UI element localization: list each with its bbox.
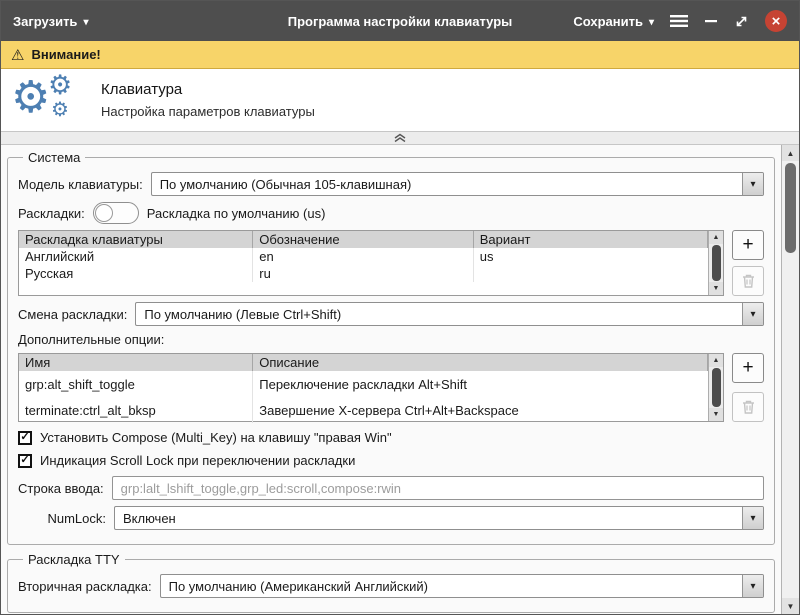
table-empty-area [19, 282, 708, 295]
layout-switch-label: Смена раскладки: [18, 307, 127, 322]
table-row[interactable]: Английский en us [19, 248, 708, 265]
secondary-layout-label: Вторичная раскладка: [18, 579, 152, 594]
compose-checkbox-row: ✓ Установить Compose (Multi_Key) на клав… [18, 430, 764, 445]
delete-layout-button[interactable] [732, 266, 764, 296]
titlebar: Загрузить ▾ Программа настройки клавиату… [1, 1, 799, 41]
compose-checkbox[interactable]: ✓ [18, 431, 32, 445]
maximize-icon[interactable] [734, 14, 749, 29]
keyboard-model-row: Модель клавиатуры: По умолчанию (Обычная… [18, 172, 764, 196]
layouts-default-text: Раскладка по умолчанию (us) [147, 206, 326, 221]
trash-icon [741, 399, 756, 415]
keyboard-app-icon: ⚙ ⚙ ⚙ [11, 72, 85, 128]
chevron-down-icon: ▾ [742, 507, 763, 529]
options-table-scrollbar[interactable]: ▲ ▼ [708, 354, 723, 421]
chevron-up-icon [392, 133, 408, 143]
load-menu-label: Загрузить [13, 14, 77, 29]
check-icon: ✓ [20, 455, 29, 466]
scrollbar-thumb[interactable] [785, 163, 796, 253]
scroll-up-icon[interactable]: ▲ [709, 231, 723, 244]
numlock-select[interactable]: Включен ▾ [114, 506, 764, 530]
layouts-table-header: Раскладка клавиатуры Обозначение Вариант [19, 231, 708, 248]
scroll-up-icon[interactable]: ▲ [709, 354, 723, 367]
toggle-knob [95, 204, 113, 222]
keyboard-model-select[interactable]: По умолчанию (Обычная 105-клавишная) ▾ [151, 172, 764, 196]
table-row[interactable]: terminate:ctrl_alt_bksp Завершение X-сер… [19, 397, 708, 423]
load-menu-button[interactable]: Загрузить ▾ [13, 14, 88, 29]
minimize-icon[interactable] [704, 14, 718, 28]
chevron-down-icon: ▾ [742, 303, 763, 325]
add-layout-button[interactable]: + [732, 230, 764, 260]
scrollbar-thumb[interactable] [712, 368, 721, 407]
scroll-down-icon[interactable]: ▼ [709, 282, 723, 295]
layout-switch-select[interactable]: По умолчанию (Левые Ctrl+Shift) ▾ [135, 302, 764, 326]
warning-icon: ⚠ [11, 46, 24, 64]
chevron-down-icon: ▾ [742, 575, 763, 597]
input-string-label: Строка ввода: [18, 481, 104, 496]
scroll-down-button[interactable]: ▼ [782, 598, 799, 614]
layouts-table-scrollbar[interactable]: ▲ ▼ [708, 231, 723, 295]
gear-icon: ⚙ [51, 100, 69, 120]
keyboard-model-label: Модель клавиатуры: [18, 177, 143, 192]
app-window: Загрузить ▾ Программа настройки клавиату… [0, 0, 800, 615]
trash-icon [741, 273, 756, 289]
scrolllock-checkbox[interactable]: ✓ [18, 454, 32, 468]
options-table: Имя Описание grp:alt_shift_toggle Перекл… [18, 353, 724, 422]
layouts-default-toggle[interactable] [93, 202, 139, 224]
scrolllock-checkbox-label[interactable]: Индикация Scroll Lock при переключении р… [40, 453, 355, 468]
close-button[interactable]: × [765, 10, 787, 32]
numlock-row: NumLock: Включен ▾ [18, 506, 764, 530]
scroll-down-icon[interactable]: ▼ [709, 408, 723, 421]
layout-switch-row: Смена раскладки: По умолчанию (Левые Ctr… [18, 302, 764, 326]
tty-group: Раскладка TTY Вторичная раскладка: По ум… [7, 552, 775, 613]
compose-checkbox-label[interactable]: Установить Compose (Multi_Key) на клавиш… [40, 430, 392, 445]
page-title: Клавиатура [101, 81, 315, 98]
options-table-header: Имя Описание [19, 354, 708, 371]
warning-text: Внимание! [31, 47, 100, 62]
layouts-table: Раскладка клавиатуры Обозначение Вариант… [18, 230, 724, 296]
secondary-layout-select[interactable]: По умолчанию (Американский Английский) ▾ [160, 574, 764, 598]
extra-options-label: Дополнительные опции: [18, 332, 164, 347]
add-option-button[interactable]: + [732, 353, 764, 383]
save-menu-button[interactable]: Сохранить ▾ [573, 14, 654, 29]
chevron-down-icon: ▾ [742, 173, 763, 195]
gear-icon: ⚙ [11, 76, 50, 120]
layouts-row: Раскладки: Раскладка по умолчанию (us) [18, 202, 764, 224]
layouts-label: Раскладки: [18, 206, 85, 221]
scroll-up-button[interactable]: ▲ [782, 145, 799, 161]
collapse-handle[interactable] [1, 131, 799, 145]
system-group: Система Модель клавиатуры: По умолчанию … [7, 150, 775, 545]
app-header: ⚙ ⚙ ⚙ Клавиатура Настройка параметров кл… [1, 69, 799, 131]
secondary-layout-row: Вторичная раскладка: По умолчанию (Амери… [18, 574, 764, 598]
check-icon: ✓ [20, 432, 29, 443]
input-string-field[interactable] [112, 476, 764, 500]
chevron-down-icon: ▾ [649, 17, 654, 28]
warning-bar: ⚠ Внимание! [1, 41, 799, 69]
input-string-row: Строка ввода: [18, 476, 764, 500]
settings-panel: Система Модель клавиатуры: По умолчанию … [1, 145, 782, 614]
gear-icon: ⚙ [48, 72, 72, 99]
close-icon: × [772, 13, 781, 30]
tty-group-legend: Раскладка TTY [23, 552, 125, 567]
delete-option-button[interactable] [732, 392, 764, 422]
system-group-legend: Система [23, 150, 85, 165]
numlock-label: NumLock: [18, 511, 106, 526]
table-row[interactable]: grp:alt_shift_toggle Переключение раскла… [19, 371, 708, 397]
scrollbar-thumb[interactable] [712, 245, 721, 281]
scrolllock-checkbox-row: ✓ Индикация Scroll Lock при переключении… [18, 453, 764, 468]
vertical-scrollbar[interactable]: ▲ ▼ [782, 145, 799, 614]
page-subtitle: Настройка параметров клавиатуры [101, 104, 315, 119]
save-menu-label: Сохранить [573, 14, 643, 29]
chevron-down-icon: ▾ [83, 17, 88, 28]
table-row[interactable]: Русская ru [19, 265, 708, 282]
hamburger-menu-icon[interactable] [670, 14, 688, 28]
